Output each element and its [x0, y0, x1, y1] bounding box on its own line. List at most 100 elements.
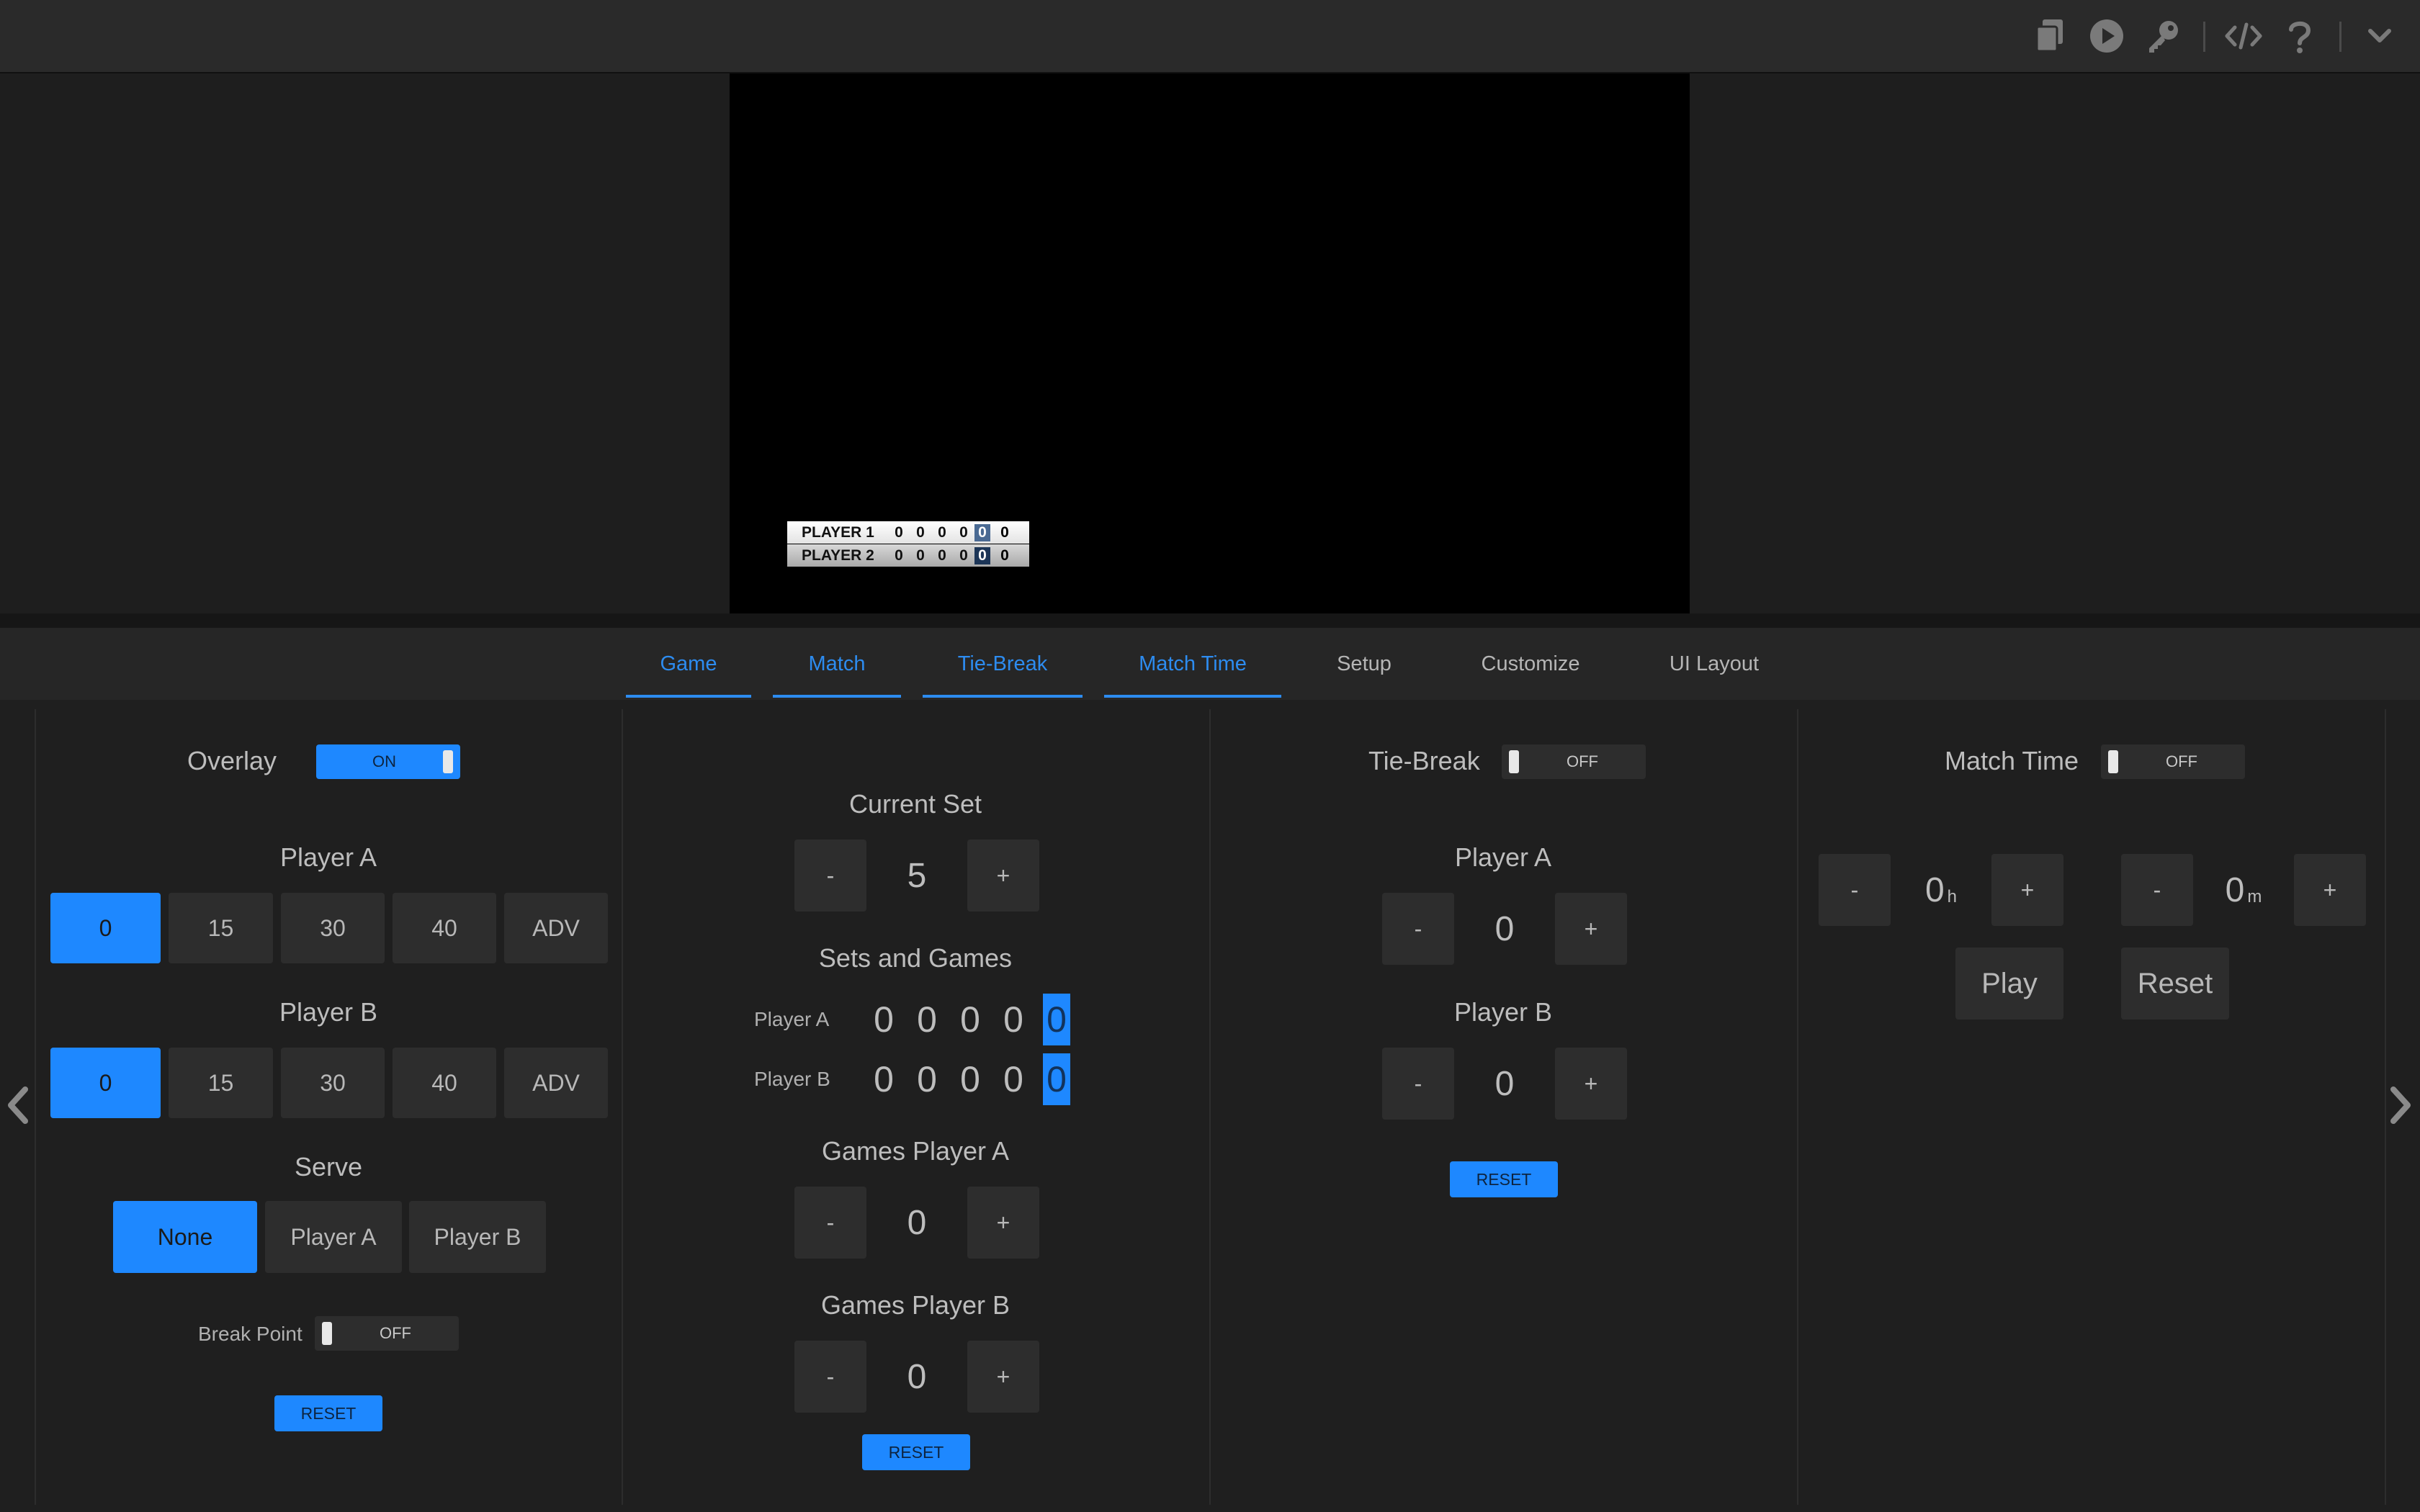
- preview-separator: [0, 613, 2420, 628]
- current-set-score-digit[interactable]: 0: [1043, 994, 1070, 1045]
- toggle-state: OFF: [1567, 752, 1598, 770]
- set-score-digit[interactable]: 0: [956, 1053, 984, 1105]
- set-score-digit[interactable]: 0: [913, 1053, 941, 1105]
- tab-bar: Game Match Tie-Break Match Time Setup Cu…: [0, 628, 2420, 700]
- set-score-digit[interactable]: 0: [870, 1053, 897, 1105]
- scoreboard-row-player-1: PLAYER 1 0 0 0 0 0 0: [787, 521, 1029, 544]
- games-player-a-label: Games Player A: [821, 1136, 1010, 1166]
- match-reset-button[interactable]: RESET: [862, 1434, 970, 1470]
- overlay-toggle[interactable]: ON: [316, 744, 460, 779]
- set-score-digit[interactable]: 0: [870, 994, 897, 1045]
- games-player-b-value: 0: [907, 1357, 927, 1396]
- player-b-point-0[interactable]: 0: [50, 1048, 161, 1118]
- scoreboard-player-name: PLAYER 2: [802, 546, 874, 564]
- games-player-b-decrement-button[interactable]: -: [794, 1341, 866, 1413]
- toolbar-separator: [2203, 22, 2205, 52]
- break-point-toggle[interactable]: OFF: [315, 1316, 459, 1351]
- next-panel-arrow[interactable]: [2387, 1076, 2416, 1134]
- hours-number: 0: [1924, 870, 1945, 909]
- tie-break-label: Tie-Break: [1368, 746, 1480, 775]
- player-b-point-adv[interactable]: ADV: [504, 1048, 608, 1118]
- tie-break-player-a-label: Player A: [1454, 842, 1552, 872]
- panel-divider: [622, 709, 623, 1505]
- scoreboard-points: 0: [1000, 546, 1009, 564]
- player-b-point-15[interactable]: 15: [169, 1048, 273, 1118]
- player-a-point-30[interactable]: 30: [281, 893, 385, 963]
- toggle-knob: [322, 1322, 332, 1345]
- set-score-digit[interactable]: 0: [913, 994, 941, 1045]
- games-player-b-label: Games Player B: [820, 1290, 1010, 1320]
- help-icon[interactable]: [2280, 16, 2320, 56]
- toggle-knob: [1509, 750, 1519, 773]
- panel-divider: [1797, 709, 1798, 1505]
- sets-row-player-b-label: Player B: [754, 1068, 830, 1090]
- tab-match[interactable]: Match: [773, 628, 901, 700]
- serve-player-b-button[interactable]: Player B: [409, 1201, 546, 1273]
- player-a-point-adv[interactable]: ADV: [504, 893, 608, 963]
- tab-tie-break[interactable]: Tie-Break: [923, 628, 1083, 700]
- serve-label: Serve: [294, 1152, 363, 1182]
- minutes-decrement-button[interactable]: -: [2121, 854, 2193, 926]
- scoreboard-row-player-2: PLAYER 2 0 0 0 0 0 0: [787, 544, 1029, 567]
- chevron-down-icon[interactable]: [2360, 16, 2400, 56]
- games-player-a-decrement-button[interactable]: -: [794, 1187, 866, 1259]
- overlay-label: Overlay: [187, 746, 277, 775]
- tab-match-time[interactable]: Match Time: [1104, 628, 1281, 700]
- minutes-value: 0 m: [2200, 854, 2287, 926]
- sets-row-player-a-label: Player A: [754, 1008, 830, 1030]
- previous-panel-arrow[interactable]: [3, 1076, 32, 1134]
- panel-divider: [35, 709, 36, 1505]
- player-a-label: Player A: [279, 842, 377, 872]
- scoreboard-player-name: PLAYER 1: [802, 523, 874, 541]
- tie-break-player-b-increment-button[interactable]: +: [1555, 1048, 1627, 1120]
- current-set-decrement-button[interactable]: -: [794, 840, 866, 912]
- match-time-label: Match Time: [1945, 746, 2079, 775]
- code-icon[interactable]: [2223, 16, 2264, 56]
- toggle-knob: [443, 750, 453, 773]
- game-reset-button[interactable]: RESET: [274, 1395, 382, 1431]
- tie-break-player-b-decrement-button[interactable]: -: [1382, 1048, 1454, 1120]
- serve-none-button[interactable]: None: [113, 1201, 257, 1273]
- player-b-point-30[interactable]: 30: [281, 1048, 385, 1118]
- player-a-point-0[interactable]: 0: [50, 893, 161, 963]
- tie-break-player-a-value: 0: [1494, 909, 1515, 948]
- copy-icon[interactable]: [2030, 16, 2070, 56]
- games-player-b-increment-button[interactable]: +: [967, 1341, 1039, 1413]
- tie-break-reset-button[interactable]: RESET: [1450, 1161, 1558, 1197]
- toggle-state: OFF: [2166, 752, 2197, 770]
- scoreboard-set-score: 0: [895, 523, 903, 541]
- hours-value: 0 h: [1898, 854, 1984, 926]
- tie-break-toggle[interactable]: OFF: [1502, 744, 1646, 779]
- tie-break-player-a-decrement-button[interactable]: -: [1382, 893, 1454, 965]
- toggle-state: ON: [372, 752, 396, 770]
- tab-game[interactable]: Game: [626, 628, 751, 700]
- match-time-reset-button[interactable]: Reset: [2121, 948, 2229, 1020]
- tab-ui-layout[interactable]: UI Layout: [1649, 628, 1779, 700]
- set-score-digit[interactable]: 0: [956, 994, 984, 1045]
- player-a-point-15[interactable]: 15: [169, 893, 273, 963]
- current-set-label: Current Set: [848, 789, 982, 819]
- current-set-increment-button[interactable]: +: [967, 840, 1039, 912]
- tie-break-player-a-increment-button[interactable]: +: [1555, 893, 1627, 965]
- tab-customize[interactable]: Customize: [1462, 628, 1599, 700]
- set-score-digit[interactable]: 0: [1000, 994, 1027, 1045]
- match-time-toggle[interactable]: OFF: [2101, 744, 2245, 779]
- player-b-point-40[interactable]: 40: [393, 1048, 496, 1118]
- minutes-increment-button[interactable]: +: [2294, 854, 2366, 926]
- set-score-digit[interactable]: 0: [1000, 1053, 1027, 1105]
- minutes-unit: m: [2247, 887, 2262, 906]
- hours-decrement-button[interactable]: -: [1819, 854, 1891, 926]
- player-a-point-40[interactable]: 40: [393, 893, 496, 963]
- scoreboard-set-score: 0: [938, 546, 946, 564]
- games-player-a-increment-button[interactable]: +: [967, 1187, 1039, 1259]
- current-set-score-digit[interactable]: 0: [1043, 1053, 1070, 1105]
- play-icon[interactable]: [2087, 16, 2127, 56]
- key-icon[interactable]: [2143, 16, 2183, 56]
- top-toolbar: [0, 0, 2420, 73]
- games-player-a-value: 0: [907, 1203, 927, 1242]
- panel-divider: [2385, 709, 2386, 1505]
- tab-setup[interactable]: Setup: [1304, 628, 1425, 700]
- match-time-play-button[interactable]: Play: [1955, 948, 2063, 1020]
- serve-player-a-button[interactable]: Player A: [265, 1201, 402, 1273]
- hours-increment-button[interactable]: +: [1991, 854, 2063, 926]
